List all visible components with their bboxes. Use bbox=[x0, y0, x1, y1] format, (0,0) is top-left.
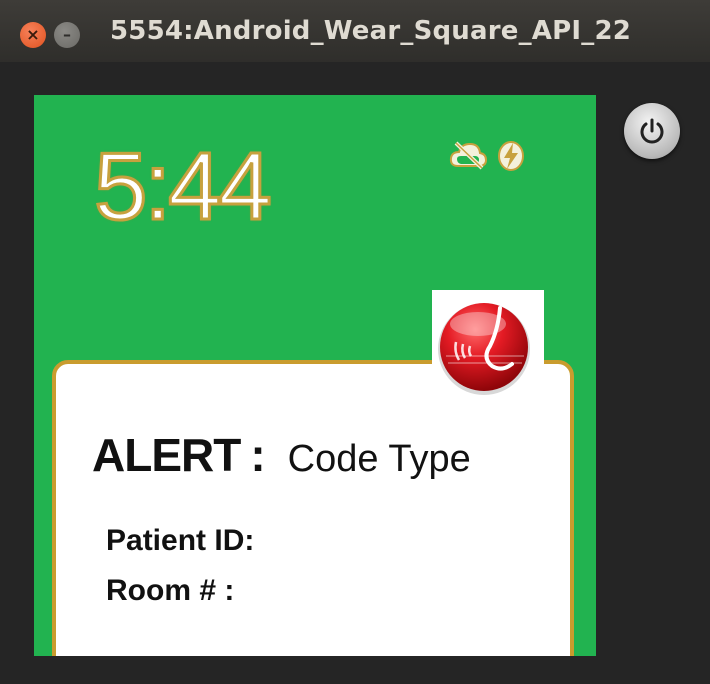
close-button[interactable]: × bbox=[20, 22, 46, 48]
alert-heading: ALERT: Code Type bbox=[92, 428, 471, 482]
power-button[interactable] bbox=[624, 103, 680, 159]
watch-screen[interactable]: 5:44 ALERT: Code Type Patient ID: Room # … bbox=[34, 95, 596, 656]
close-icon: × bbox=[26, 25, 40, 44]
charging-bolt-icon bbox=[498, 141, 524, 171]
alert-separator: : bbox=[250, 429, 266, 481]
emulator-window: × – 5554:Android_Wear_Square_API_22 5:44… bbox=[0, 0, 710, 684]
minimize-button[interactable]: – bbox=[54, 22, 80, 48]
room-number-label: Room # : bbox=[106, 574, 235, 607]
alert-card[interactable]: ALERT: Code Type Patient ID: Room # : bbox=[52, 360, 574, 656]
patient-id-label: Patient ID: bbox=[106, 524, 255, 557]
alert-label: ALERT bbox=[92, 429, 241, 481]
power-icon bbox=[640, 118, 664, 144]
alert-app-icon[interactable] bbox=[432, 290, 544, 400]
code-type-value: Code Type bbox=[287, 438, 471, 480]
cloud-off-icon bbox=[449, 141, 488, 170]
watch-clock: 5:44 bbox=[93, 133, 274, 240]
title-bar: × – 5554:Android_Wear_Square_API_22 bbox=[0, 0, 710, 62]
status-icons bbox=[448, 139, 526, 173]
window-title: 5554:Android_Wear_Square_API_22 bbox=[110, 16, 632, 46]
minimize-icon: – bbox=[63, 25, 71, 44]
